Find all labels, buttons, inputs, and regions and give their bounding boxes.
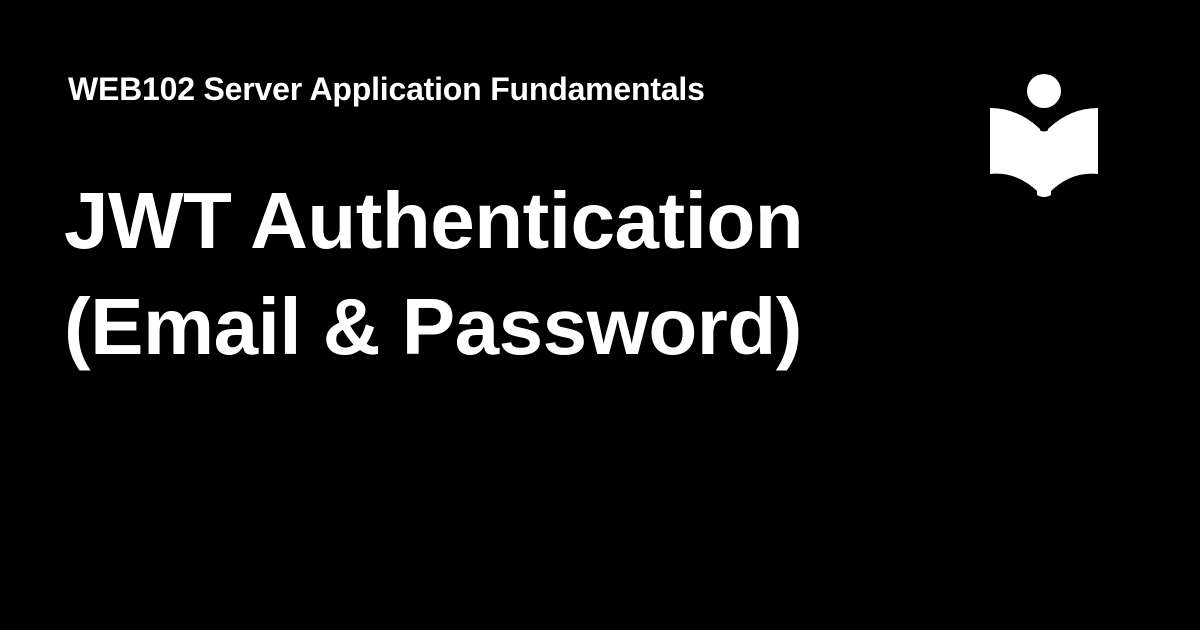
lesson-title-line-2: (Email & Password) bbox=[64, 282, 802, 371]
lesson-title-line-1: JWT Authentication bbox=[64, 176, 804, 265]
lesson-title: JWT Authentication (Email & Password) bbox=[64, 168, 944, 380]
reader-book-icon bbox=[988, 70, 1100, 198]
course-title: WEB102 Server Application Fundamentals bbox=[68, 71, 705, 107]
social-preview-card: WEB102 Server Application Fundamentals J… bbox=[0, 0, 1200, 630]
